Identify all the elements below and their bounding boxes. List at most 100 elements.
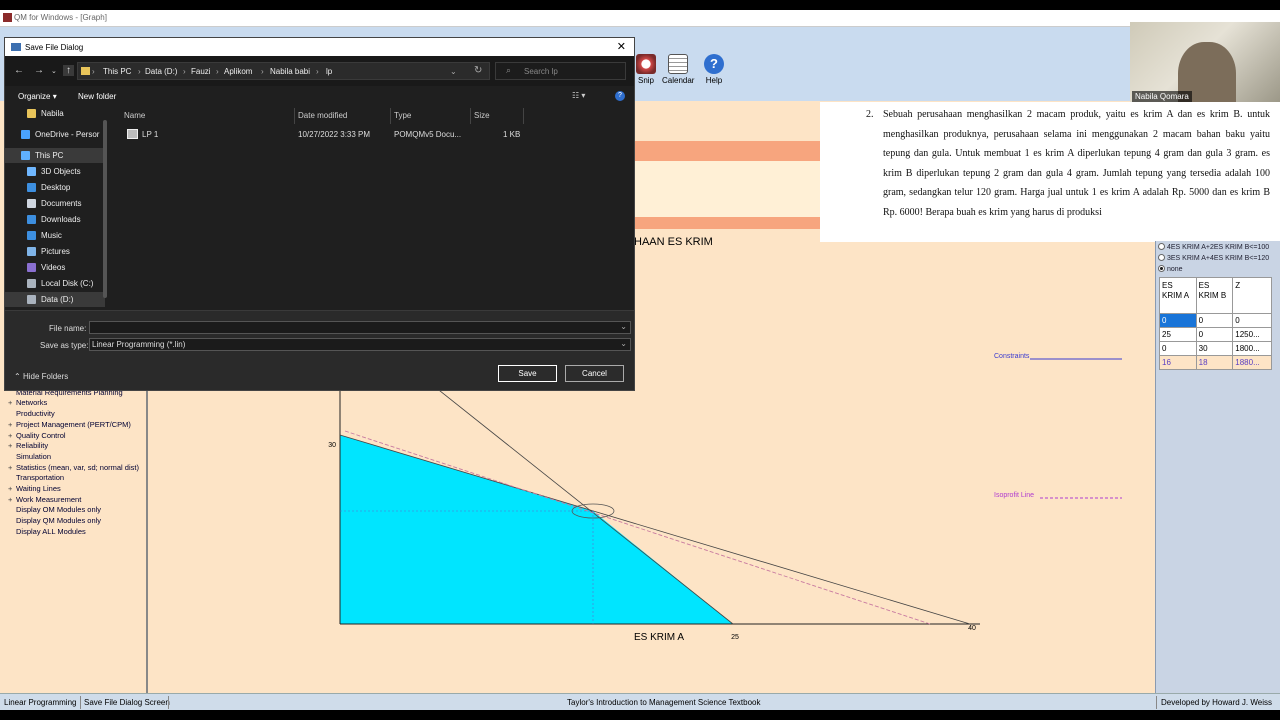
- command-bar: Organize ▾ New folder ☷ ▾ ?: [5, 86, 634, 106]
- chevron-down-icon[interactable]: ⌄: [620, 339, 627, 348]
- table-cell[interactable]: 0: [1195, 327, 1234, 342]
- table-row[interactable]: 000: [1159, 313, 1272, 328]
- pictures-icon: [27, 247, 36, 256]
- nav-item[interactable]: Desktop: [5, 180, 105, 195]
- breadcrumb-item[interactable]: Data (D:): [145, 67, 177, 76]
- expand-icon[interactable]: +: [8, 441, 16, 450]
- module-item[interactable]: + Work Measurement: [8, 495, 81, 504]
- nav-item[interactable]: Pictures: [5, 244, 105, 259]
- nav-item[interactable]: This PC: [5, 148, 105, 163]
- constraint-radio[interactable]: none: [1158, 265, 1183, 273]
- column-size[interactable]: Size: [474, 111, 490, 120]
- back-icon[interactable]: ←: [14, 65, 24, 76]
- module-item[interactable]: Display ALL Modules: [8, 527, 86, 536]
- expand-icon[interactable]: +: [8, 484, 16, 493]
- status-screen: Save File Dialog Screen: [84, 698, 170, 707]
- table-row[interactable]: 25 0 1250...: [1159, 327, 1272, 342]
- snip-button[interactable]: Snip: [636, 54, 656, 85]
- nav-item[interactable]: Downloads: [5, 212, 105, 227]
- save-as-type-select[interactable]: Linear Programming (*.lin) ⌄: [89, 338, 631, 351]
- module-item[interactable]: + Networks: [8, 398, 47, 407]
- constraint-radio[interactable]: 4ES KRIM A+2ES KRIM B<=100: [1158, 243, 1269, 251]
- hide-folders-button[interactable]: ⌃ Hide Folders: [14, 372, 68, 381]
- breadcrumb-item[interactable]: Nabila babi: [270, 67, 310, 76]
- desktop-icon: [27, 183, 36, 192]
- column-type[interactable]: Type: [394, 111, 411, 120]
- module-item[interactable]: Simulation: [8, 452, 51, 461]
- radio-button-icon[interactable]: [1158, 254, 1165, 261]
- forward-icon[interactable]: →: [34, 65, 44, 76]
- constraint-radio[interactable]: 3ES KRIM A+4ES KRIM B<=120: [1158, 254, 1269, 262]
- close-icon[interactable]: ✕: [617, 40, 626, 53]
- band-cream: [634, 161, 820, 217]
- new-folder-button[interactable]: New folder: [78, 92, 116, 101]
- help-icon[interactable]: ?: [615, 91, 625, 101]
- breadcrumb-item[interactable]: Fauzi: [191, 67, 211, 76]
- nav-item[interactable]: OneDrive - Persor: [5, 127, 105, 142]
- file-name-input[interactable]: ⌄: [89, 321, 631, 334]
- nav-item[interactable]: Local Disk (C:): [5, 276, 105, 291]
- expand-icon[interactable]: +: [8, 463, 16, 472]
- table-cell[interactable]: 1250...: [1232, 327, 1272, 342]
- expand-icon[interactable]: +: [8, 420, 16, 429]
- breadcrumb-item[interactable]: This PC: [103, 67, 131, 76]
- radio-button-icon[interactable]: [1158, 265, 1165, 272]
- up-icon[interactable]: ↑: [63, 65, 74, 76]
- table-cell[interactable]: 1880...: [1232, 355, 1272, 370]
- table-cell[interactable]: 30: [1195, 341, 1234, 356]
- nav-item[interactable]: Nabila: [5, 106, 105, 121]
- view-options-icon[interactable]: ☷ ▾: [572, 91, 585, 100]
- module-item[interactable]: + Quality Control: [8, 431, 66, 440]
- nav-item[interactable]: Documents: [5, 196, 105, 211]
- nav-item-label: 3D Objects: [41, 167, 81, 176]
- column-date[interactable]: Date modified: [298, 111, 347, 120]
- table-row[interactable]: 0 30 1800...: [1159, 341, 1272, 356]
- module-item[interactable]: + Project Management (PERT/CPM): [8, 420, 131, 429]
- navigation-pane: Nabila OneDrive - Persor This PC 3D Objects…: [5, 108, 111, 308]
- module-item[interactable]: + Waiting Lines: [8, 484, 61, 493]
- path-dropdown-icon[interactable]: ⌄: [450, 67, 457, 76]
- nav-scrollbar[interactable]: [103, 120, 107, 298]
- expand-icon[interactable]: +: [8, 495, 16, 504]
- table-cell[interactable]: 25: [1159, 327, 1197, 342]
- organize-button[interactable]: Organize ▾: [18, 92, 57, 101]
- table-cell[interactable]: 0: [1232, 313, 1272, 328]
- expand-icon[interactable]: +: [8, 398, 16, 407]
- help-button[interactable]: ? Help: [704, 54, 724, 85]
- breadcrumb-item[interactable]: Aplikom: [224, 67, 252, 76]
- table-cell[interactable]: 0: [1195, 313, 1234, 328]
- column-name[interactable]: Name: [124, 111, 145, 120]
- module-item[interactable]: + Statistics (mean, var, sd; normal dist): [8, 463, 139, 472]
- module-item[interactable]: + Reliability: [8, 441, 48, 450]
- radio-button-icon[interactable]: [1158, 243, 1165, 250]
- nav-item[interactable]: 3D Objects: [5, 164, 105, 179]
- module-item[interactable]: Display OM Modules only: [8, 505, 101, 514]
- cancel-button[interactable]: Cancel: [565, 365, 624, 382]
- table-cell[interactable]: 0: [1159, 341, 1197, 356]
- table-row[interactable]: 16 18 1880...: [1159, 355, 1272, 370]
- calendar-button[interactable]: Calendar: [662, 54, 694, 85]
- module-item[interactable]: Display QM Modules only: [8, 516, 101, 525]
- band-salmon: [634, 141, 820, 161]
- table-cell[interactable]: 18: [1195, 355, 1234, 370]
- nav-item[interactable]: Data (D:): [5, 292, 105, 307]
- nav-item[interactable]: Music: [5, 228, 105, 243]
- table-cell[interactable]: 1800...: [1232, 341, 1272, 356]
- table-cell[interactable]: 0: [1159, 313, 1197, 328]
- expand-icon[interactable]: +: [8, 431, 16, 440]
- search-input[interactable]: ⌕ Search lp: [495, 62, 626, 80]
- breadcrumb-item[interactable]: lp: [326, 67, 332, 76]
- refresh-icon[interactable]: ↻: [474, 65, 482, 76]
- module-item[interactable]: Productivity: [8, 409, 55, 418]
- save-as-type-value: Linear Programming (*.lin): [92, 340, 186, 349]
- problem-statement: 2. Sebuah perusahaan menghasilkan 2 maca…: [820, 102, 1280, 242]
- nav-item[interactable]: Videos: [5, 260, 105, 275]
- recent-locations-icon[interactable]: ⌄: [51, 67, 57, 75]
- module-item[interactable]: Transportation: [8, 473, 64, 482]
- save-button[interactable]: Save: [498, 365, 557, 382]
- legend-isoprofit: Isoprofit Line: [994, 492, 1034, 499]
- table-cell[interactable]: 16: [1159, 355, 1197, 370]
- module-label: Work Measurement: [16, 494, 82, 504]
- chevron-down-icon[interactable]: ⌄: [620, 322, 627, 331]
- breadcrumb[interactable]: › This PC › Data (D:) › Fauzi › Aplikom …: [77, 62, 490, 80]
